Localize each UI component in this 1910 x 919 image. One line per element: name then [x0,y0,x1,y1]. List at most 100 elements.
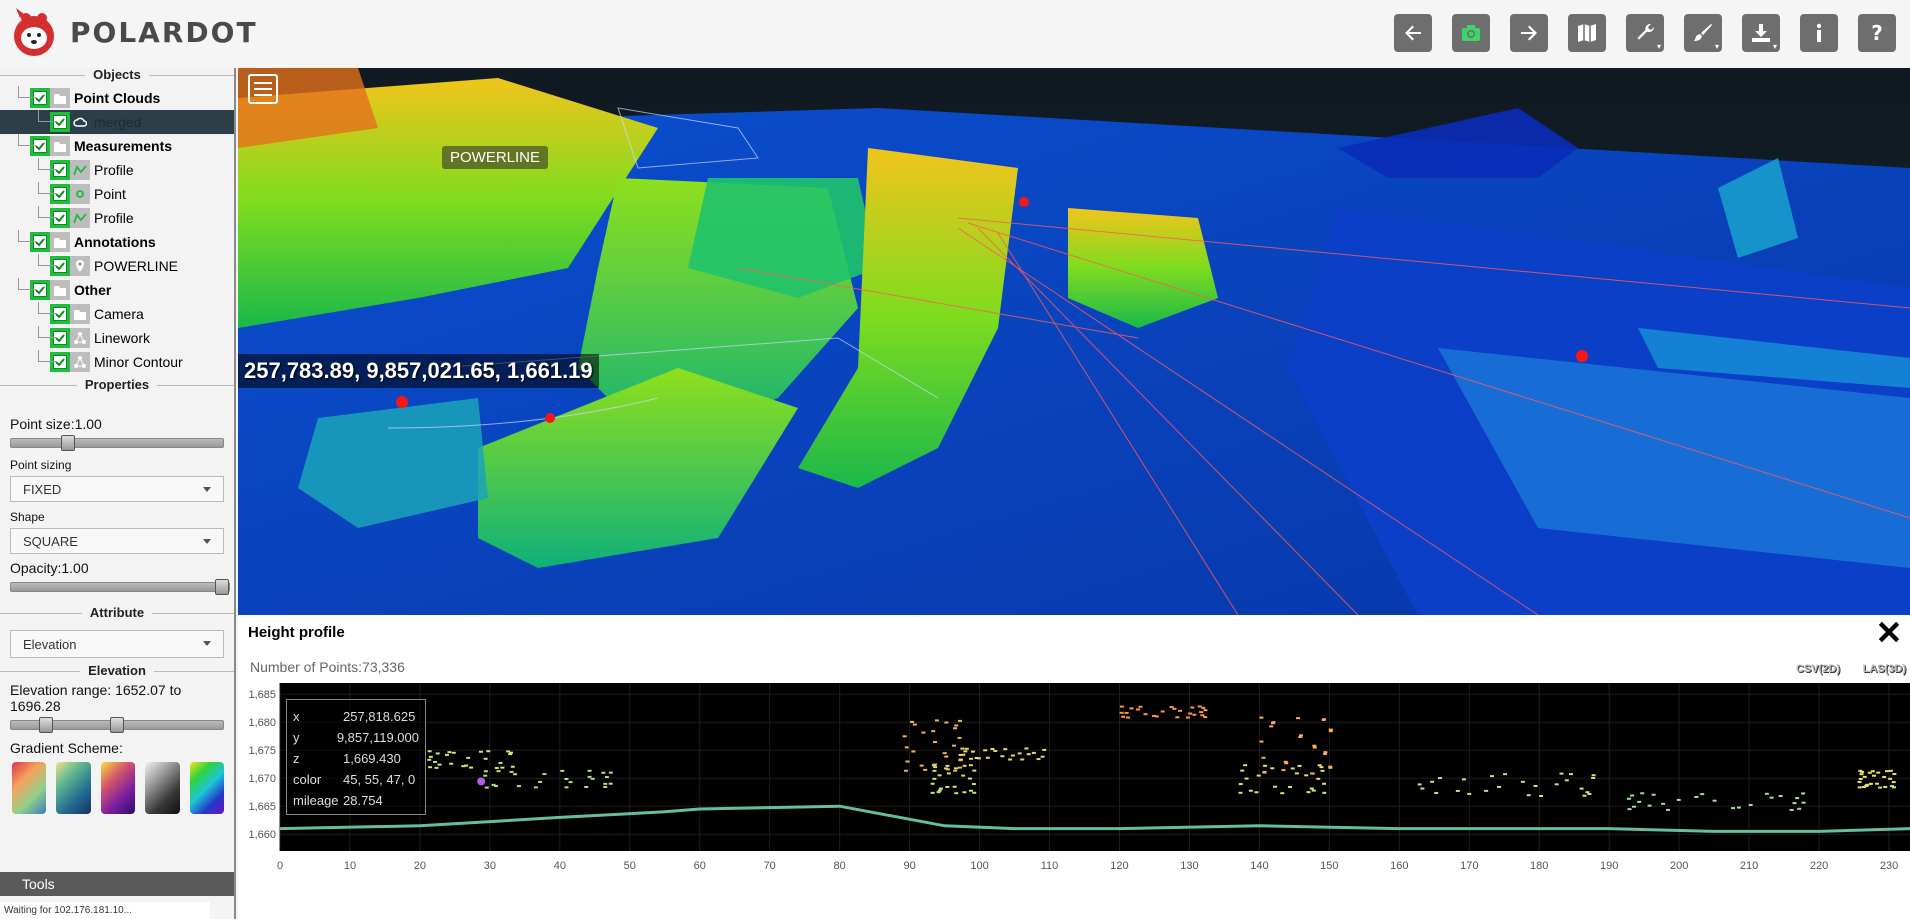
profile-point [1281,769,1286,772]
y-tick-label: 1,675 [248,745,276,757]
gradient-grayscale-option[interactable] [145,762,180,814]
map-button[interactable] [1568,14,1606,52]
profile-point [1188,712,1193,715]
profile-point [1883,786,1888,789]
profile-point [1297,764,1302,767]
back-button[interactable] [1394,14,1432,52]
profile-point [466,756,471,759]
profile-point [964,747,969,750]
tree-item-point[interactable]: Point [0,182,234,206]
height-profile-chart[interactable]: 0 10 20 30 40 50 60 70 80 90 100 110 120 130 140 150 160… [238,683,1910,919]
powerline-annotation[interactable]: POWERLINE [442,146,549,169]
profile-point [953,769,958,772]
profile-point [1020,758,1025,761]
close-icon[interactable] [1876,619,1902,645]
profile-point [1261,756,1266,759]
export-csv-link[interactable]: CSV(2D) [1796,663,1840,675]
export-las-link[interactable]: LAS(3D) [1863,663,1906,675]
caret-icon: ▾ [1714,42,1719,51]
caret-icon: ▾ [1772,42,1777,51]
profile-point [1497,786,1502,789]
profile-point [938,787,943,790]
selected-point-marker[interactable] [477,777,486,786]
profile-point [1031,751,1036,754]
folder-icon [50,136,70,156]
profile-point [905,760,910,763]
tree-item-label: POWERLINE [94,258,179,274]
number-of-points: Number of Points:73,336 [250,659,405,675]
profile-point [1651,793,1656,796]
tree-item-minor-contour[interactable]: Minor Contour [0,350,234,374]
profile-point [972,769,977,772]
profile-point [945,785,950,788]
profile-point [486,750,491,753]
tree-item-label: Linework [94,330,151,346]
tree-item-linework[interactable]: Linework [0,326,234,350]
sidebar-toggle-menu-icon[interactable] [248,74,278,104]
shape-select[interactable]: SQUARE [10,528,224,554]
elevation-range-low-thumb[interactable] [38,717,53,733]
gradient-rainbow-option[interactable] [189,762,225,814]
opacity-slider[interactable] [10,579,230,595]
point-size-thumb[interactable] [60,435,75,451]
appearance-button[interactable]: ▾ [1684,14,1722,52]
tools-panel-header[interactable]: Tools [0,872,234,896]
profile-point [1152,714,1157,717]
tree-item-profile[interactable]: Profile [0,158,234,182]
elevation-range-high-thumb[interactable] [110,717,124,733]
measurement-point-marker[interactable] [396,396,408,408]
profile-point [1256,774,1261,777]
profile-point [542,773,547,776]
point-cloud-viewport[interactable]: POWERLINE 257,783.89, 9,857,021.65, 1,66… [238,68,1910,615]
profile-point [1640,792,1645,795]
plot-area[interactable] [280,683,1910,851]
tree-item-annotations[interactable]: Annotations [0,230,234,254]
profile-point [960,747,965,750]
profile-point [963,750,968,753]
profile-point [1882,776,1887,779]
measurement-point-marker[interactable] [1576,350,1588,362]
x-tick-label: 170 [1460,860,1478,872]
attribute-select[interactable]: Elevation [10,630,224,658]
download-button[interactable]: ▾ [1742,14,1780,52]
tree-item-point-clouds[interactable]: Point Clouds [0,86,234,110]
profile-point [962,764,967,767]
profile-point [1503,773,1508,776]
profile-point [1461,778,1466,781]
tree-item-profile[interactable]: Profile [0,206,234,230]
point-sizing-select[interactable]: FIXED [10,476,224,502]
gradient-spectral-option[interactable] [12,762,47,814]
profile-icon [70,160,90,180]
tree-item-camera[interactable]: Camera [0,302,234,326]
help-icon: ? [1871,21,1883,45]
profile-point [1295,717,1300,720]
gradient-plasma-option[interactable] [100,762,136,814]
tree-connector [18,134,36,146]
info-button[interactable] [1800,14,1838,52]
profile-point [957,736,962,739]
point-info-tooltip: x 257,818.625 y 9,857,119.000 z 1,669.430 c… [286,699,426,815]
tree-item-other[interactable]: Other [0,278,234,302]
screenshot-button[interactable] [1452,14,1490,52]
forward-button[interactable] [1510,14,1548,52]
tree-item-measurements[interactable]: Measurements [0,134,234,158]
tree-item-powerline[interactable]: POWERLINE [0,254,234,278]
attribute-title-text: Attribute [81,605,153,620]
gradient-yellow-green-blue-option[interactable] [56,762,91,814]
profile-point [1861,785,1866,788]
profile-point [1192,713,1197,716]
opacity-thumb[interactable] [215,579,229,595]
tree-item-merged[interactable]: merged [0,110,234,134]
elevation-range-slider[interactable] [10,717,224,733]
point-size-slider[interactable] [10,435,224,451]
profile-point [1888,769,1893,772]
help-button[interactable]: ? [1858,14,1896,52]
tools-button[interactable]: ▾ [1626,14,1664,52]
profile-point [601,771,606,774]
profile-point [957,766,962,769]
profile-point [968,764,973,767]
measurement-point-marker[interactable] [1019,197,1029,207]
point-icon [70,184,90,204]
measurement-point-marker[interactable] [545,413,555,423]
profile-point [1311,789,1316,792]
